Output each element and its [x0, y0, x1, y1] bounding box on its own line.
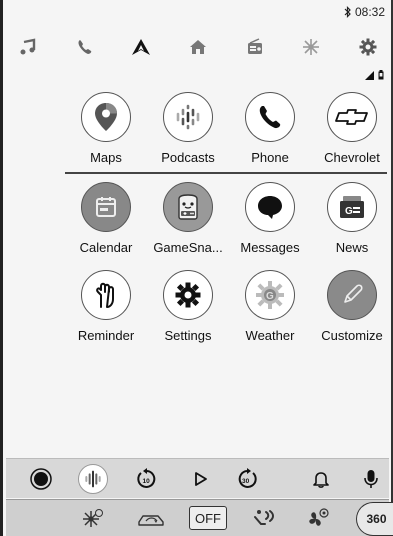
- music-icon[interactable]: [13, 34, 43, 60]
- app-customize[interactable]: Customize: [311, 270, 393, 343]
- fan-speed-icon[interactable]: [304, 505, 332, 533]
- app-label: Weather: [245, 328, 295, 343]
- app-gamesnacks[interactable]: GameSna...: [147, 182, 229, 255]
- rewind-10-button[interactable]: 10: [134, 466, 160, 492]
- app-label: GameSna...: [153, 240, 223, 255]
- android-auto-icon[interactable]: [126, 34, 156, 60]
- app-label: Maps: [90, 150, 122, 165]
- top-nav: [13, 34, 383, 60]
- climate-360-label: 360: [366, 512, 387, 526]
- forward-icon: 30: [238, 468, 257, 488]
- app-label: Messages: [240, 240, 300, 255]
- svg-text:G: G: [266, 291, 274, 302]
- rewind-icon: 10: [137, 468, 156, 488]
- phone-icon: [245, 92, 295, 142]
- notification-bell-icon[interactable]: [310, 468, 332, 490]
- home-icon[interactable]: [183, 34, 213, 60]
- app-label: Customize: [321, 328, 383, 343]
- app-row-2: Calendar GameSna... Messages G News: [65, 182, 393, 255]
- messages-icon: [245, 182, 295, 232]
- podcasts-mini-icon[interactable]: [78, 464, 108, 494]
- reminder-hand-icon: [81, 270, 131, 320]
- divider: [65, 172, 387, 174]
- app-weather[interactable]: G Weather: [229, 270, 311, 343]
- app-maps[interactable]: Maps: [65, 92, 147, 165]
- app-row-1: Maps Podcasts Phone Chevrolet: [65, 92, 393, 165]
- microphone-icon[interactable]: [358, 466, 384, 492]
- app-news[interactable]: G News: [311, 182, 393, 255]
- clock: 08:32: [354, 5, 385, 19]
- podcasts-icon: [163, 92, 213, 142]
- svg-text:G: G: [345, 206, 353, 217]
- app-reminder[interactable]: Reminder: [65, 270, 147, 343]
- radio-icon[interactable]: [240, 34, 270, 60]
- battery-icon: [378, 70, 384, 80]
- app-label: Reminder: [77, 328, 135, 343]
- app-label: Settings: [164, 328, 212, 343]
- app-label: Chevrolet: [324, 150, 380, 165]
- rewind-seconds: 10: [143, 478, 151, 485]
- app-calendar[interactable]: Calendar: [65, 182, 147, 255]
- recirculation-icon[interactable]: [134, 508, 168, 530]
- chevrolet-bowtie-icon: [327, 92, 377, 142]
- news-icon: G: [327, 182, 377, 232]
- android-auto-screen: 08:32 Maps Podcasts Phone Chevrolet Cale…: [0, 0, 393, 536]
- media-bar: 10 30: [6, 458, 389, 498]
- signal-icon: [365, 71, 374, 80]
- forward-30-button[interactable]: 30: [234, 466, 260, 492]
- app-messages[interactable]: Messages: [229, 182, 311, 255]
- signal-battery: [365, 70, 384, 80]
- seat-airflow-icon[interactable]: [250, 506, 280, 532]
- pencil-icon: [327, 270, 377, 320]
- app-row-3: Reminder Settings G Weather Customize: [65, 270, 393, 343]
- bluetooth-icon: [344, 6, 351, 18]
- app-chevrolet[interactable]: Chevrolet: [311, 92, 393, 165]
- rear-defrost-fan-icon[interactable]: [80, 506, 106, 532]
- calendar-icon: [81, 182, 131, 232]
- gamesnacks-icon: [163, 182, 213, 232]
- settings-icon: [163, 270, 213, 320]
- play-button[interactable]: [190, 468, 212, 490]
- phone-icon[interactable]: [70, 34, 100, 60]
- weather-icon: G: [245, 270, 295, 320]
- status-bar: 08:32: [344, 5, 385, 19]
- play-icon: [195, 472, 207, 486]
- gear-icon[interactable]: [353, 34, 383, 60]
- climate-off-button[interactable]: OFF: [189, 506, 227, 530]
- record-dot-icon[interactable]: [28, 466, 54, 492]
- app-label: News: [335, 240, 369, 255]
- fan-icon[interactable]: [296, 34, 326, 60]
- app-phone[interactable]: Phone: [229, 92, 311, 165]
- app-label: Podcasts: [161, 150, 215, 165]
- climate-bar: OFF 360: [6, 499, 393, 536]
- climate-360-button[interactable]: 360: [356, 502, 393, 536]
- app-settings[interactable]: Settings: [147, 270, 229, 343]
- forward-seconds: 30: [242, 478, 250, 485]
- app-label: Calendar: [79, 240, 133, 255]
- app-podcasts[interactable]: Podcasts: [147, 92, 229, 165]
- maps-pin-icon: [81, 92, 131, 142]
- app-label: Phone: [251, 150, 289, 165]
